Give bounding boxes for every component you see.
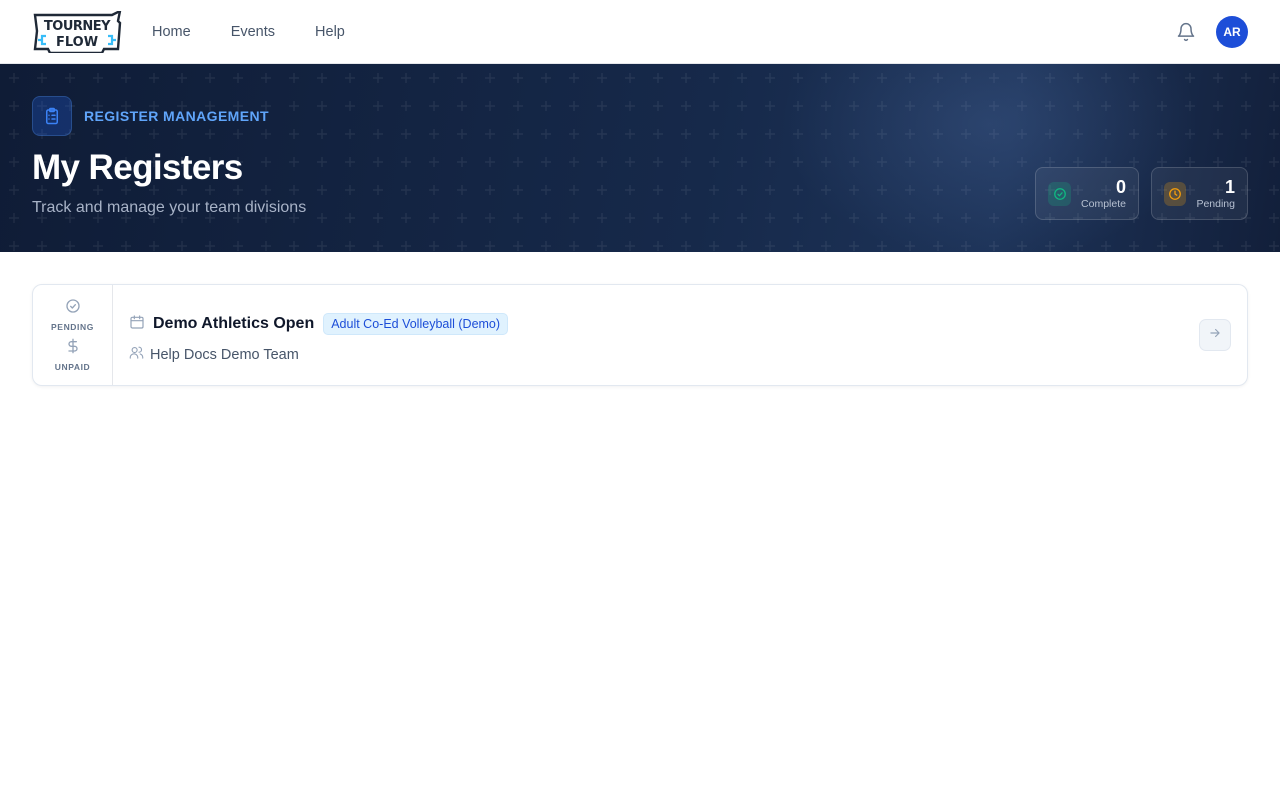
tourney-flow-logo[interactable]: TOURNEY FLOW (32, 10, 124, 54)
svg-text:FLOW: FLOW (56, 35, 98, 50)
registration-status: PENDING (51, 298, 94, 332)
hero-glow (780, 64, 1200, 252)
stat-pending-label: Pending (1196, 197, 1235, 210)
stat-complete-label: Complete (1081, 197, 1126, 210)
register-details: Demo Athletics Open Adult Co-Ed Volleyba… (113, 285, 1247, 385)
clipboard-list-icon (32, 96, 72, 136)
stat-complete: 0 Complete (1035, 167, 1139, 220)
hero-eyebrow-label: REGISTER MANAGEMENT (84, 108, 269, 124)
open-register-button[interactable] (1199, 319, 1231, 351)
payment-status: UNPAID (55, 338, 91, 372)
registration-status-label: PENDING (51, 322, 94, 332)
users-icon (129, 345, 144, 365)
stat-complete-value: 0 (1115, 176, 1126, 197)
hero-eyebrow: REGISTER MANAGEMENT (32, 96, 269, 136)
dollar-icon (65, 338, 81, 359)
arrow-right-icon (1208, 326, 1222, 345)
topbar-actions: AR (1174, 15, 1248, 48)
check-circle-icon (1048, 181, 1072, 206)
event-name[interactable]: Demo Athletics Open (153, 315, 314, 333)
payment-status-label: UNPAID (54, 362, 91, 372)
main-nav: Home Events Help (152, 24, 345, 40)
top-navbar: TOURNEY FLOW Home Events Help AR (0, 0, 1280, 64)
register-status-column: PENDING UNPAID (33, 285, 113, 385)
stat-pending-value: 1 (1224, 176, 1235, 197)
nav-events-link[interactable]: Events (231, 24, 275, 40)
team-name: Help Docs Demo Team (150, 347, 299, 363)
nav-help-link[interactable]: Help (315, 24, 345, 40)
page-subtitle: Track and manage your team divisions (32, 199, 307, 216)
stat-pending: 1 Pending (1151, 167, 1248, 220)
user-avatar[interactable]: AR (1216, 15, 1248, 48)
division-badge: Adult Co-Ed Volleyball (Demo) (323, 313, 509, 335)
register-card[interactable]: PENDING UNPAID Demo Athletics Open Adult… (32, 284, 1248, 386)
svg-text:TOURNEY: TOURNEY (44, 19, 111, 34)
clock-icon (1164, 181, 1187, 206)
hero-banner: REGISTER MANAGEMENT My Registers Track a… (0, 64, 1280, 252)
page-title: My Registers (32, 148, 243, 187)
nav-home-link[interactable]: Home (152, 24, 191, 40)
calendar-icon (129, 314, 145, 335)
stats-summary: 0 Complete 1 Pending (1035, 167, 1248, 220)
check-circle-icon (65, 298, 81, 319)
bell-icon[interactable] (1174, 20, 1198, 44)
